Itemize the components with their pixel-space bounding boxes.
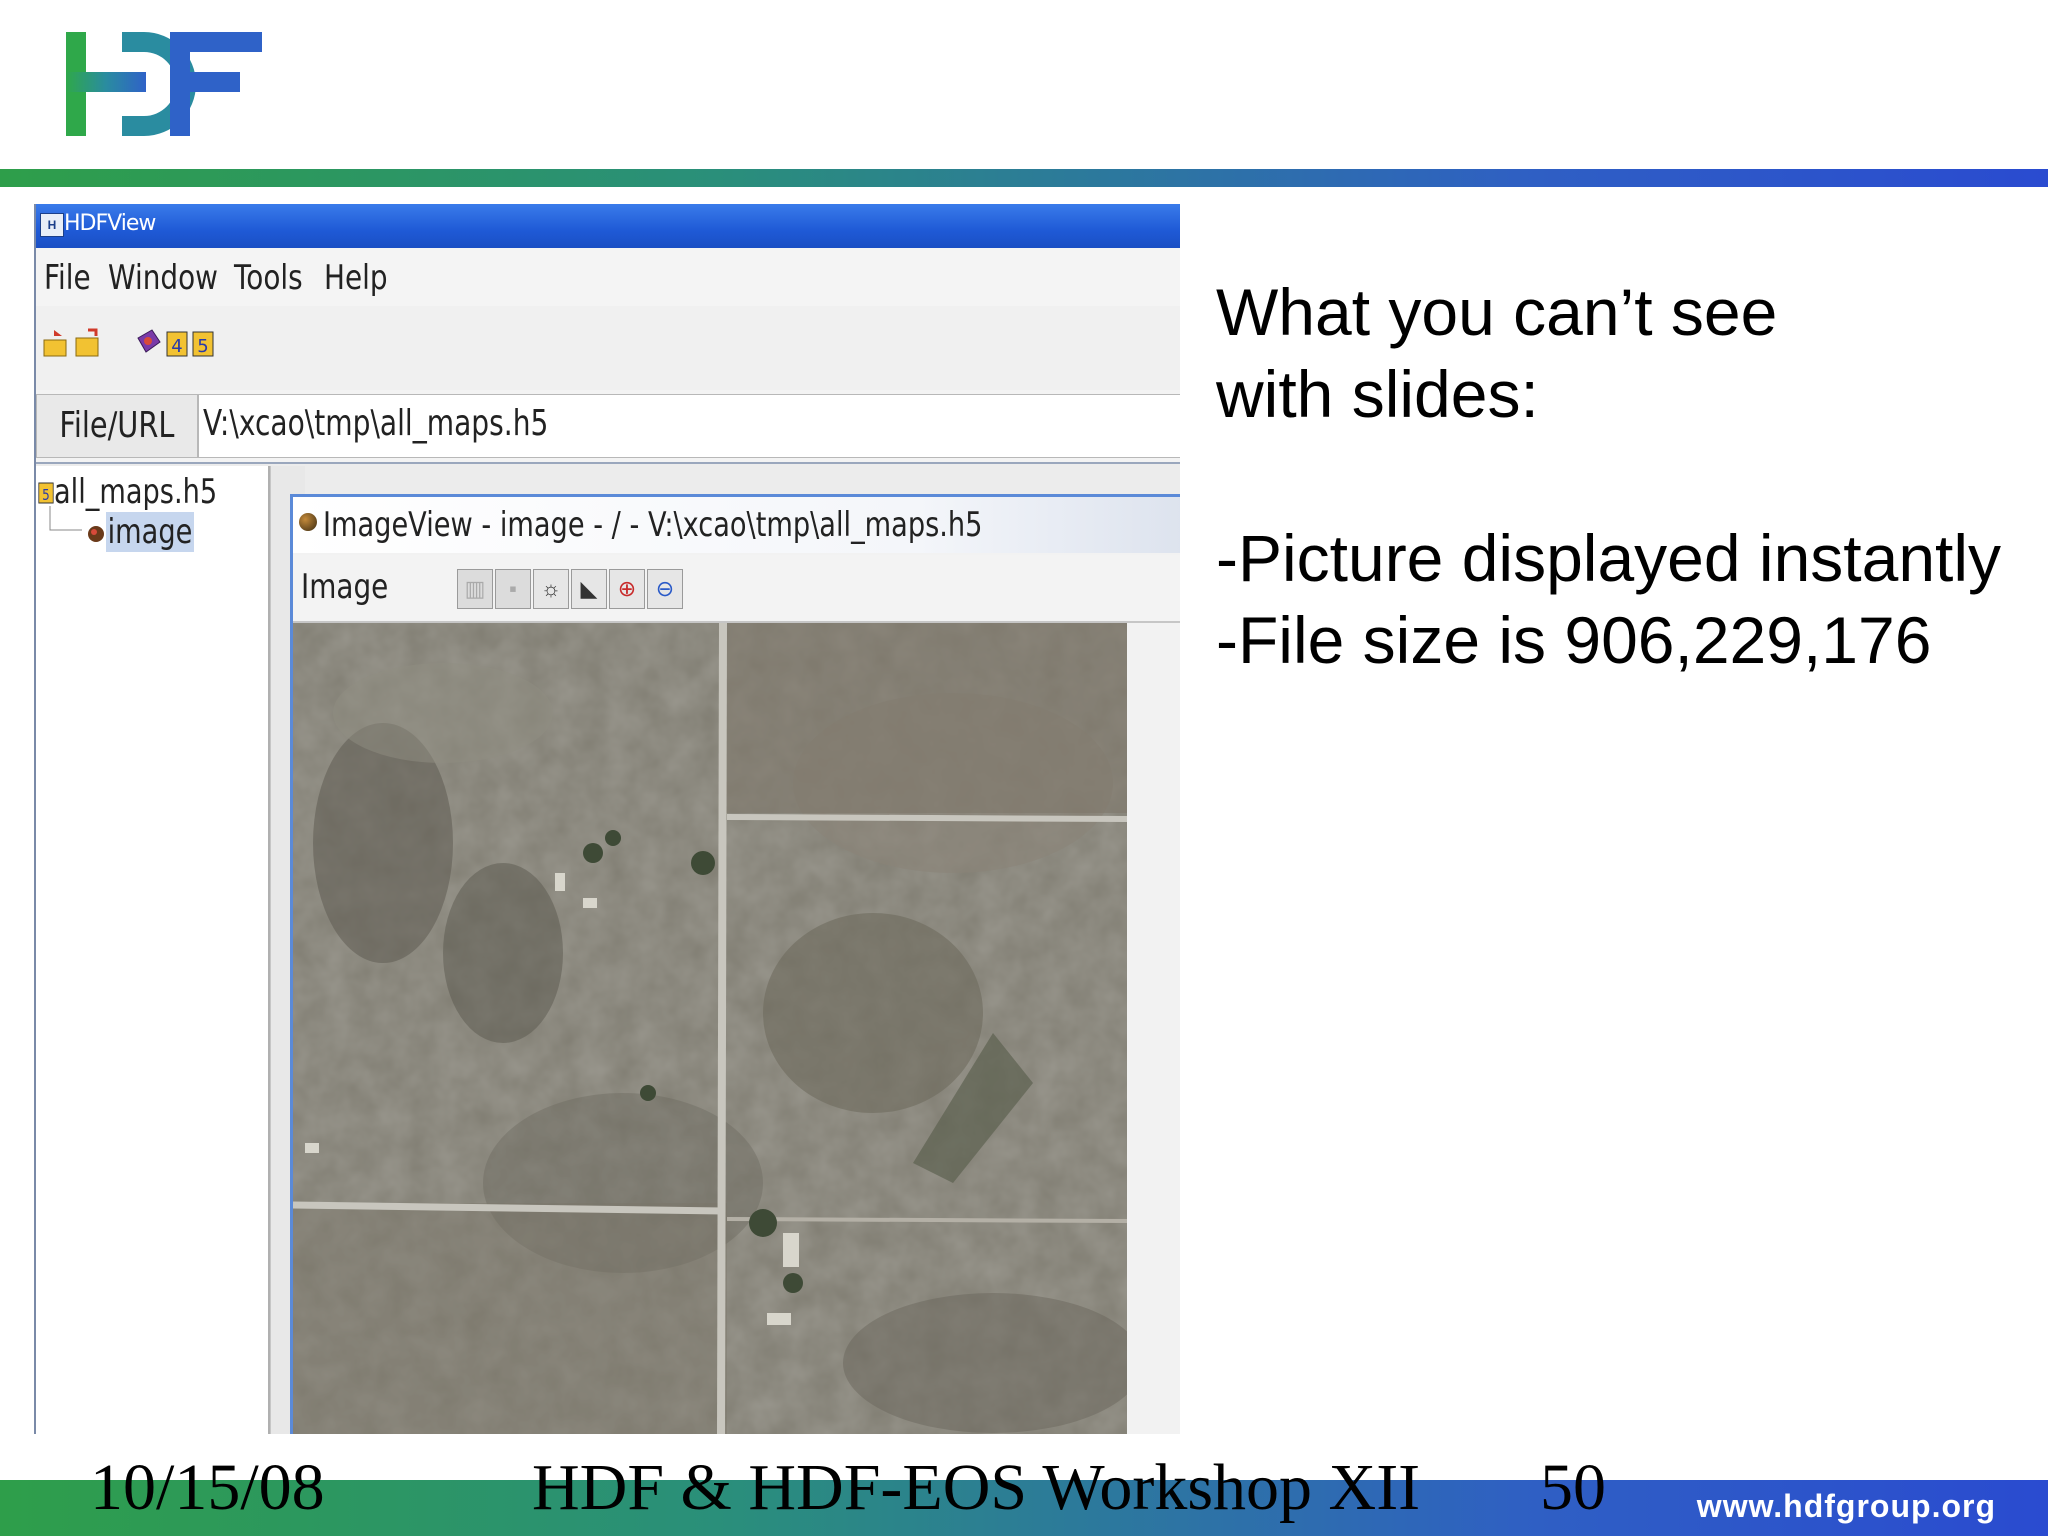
- url-label: File/URL: [36, 394, 198, 458]
- help-book-icon[interactable]: [134, 328, 162, 360]
- imageview-menubar: Image ▥ ▪ ☼ ◣ ⊕ ⊖: [293, 555, 1180, 623]
- menu-file[interactable]: File: [44, 258, 91, 298]
- brightness-icon[interactable]: ☼: [533, 569, 569, 609]
- imageview-titlebar: ImageView - image - / - V:\xcao\tmp\all_…: [293, 497, 1180, 553]
- hdf-logo: [66, 32, 262, 136]
- window-title: HDFView: [64, 211, 156, 236]
- heading-line1: What you can’t see: [1216, 275, 1778, 349]
- tree-child-label: image: [106, 512, 194, 552]
- bullet-filesize: -File size is 906,229,176: [1216, 603, 1932, 677]
- zoom-out-icon[interactable]: ⊖: [647, 569, 683, 609]
- histogram-icon[interactable]: ▥: [457, 569, 493, 609]
- menu-bar: File Window Tools Help: [36, 248, 1180, 306]
- close-file-icon[interactable]: [74, 328, 102, 360]
- svg-text:5: 5: [42, 487, 50, 505]
- aerial-image[interactable]: [293, 623, 1127, 1434]
- footer-title: HDF & HDF-EOS Workshop XII: [532, 1451, 1421, 1524]
- menu-image[interactable]: Image: [301, 567, 388, 607]
- hdf5-icon[interactable]: 5: [192, 328, 214, 360]
- bullet-picture: -Picture displayed instantly: [1216, 521, 2002, 595]
- h5-file-icon: 5: [38, 482, 54, 505]
- header-rule: [0, 169, 2048, 187]
- imageview-globe-icon: [299, 513, 317, 531]
- footer-url: www.hdfgroup.org: [1696, 1488, 1996, 1524]
- svg-text:5: 5: [197, 336, 208, 357]
- url-row: File/URL V:\xcao\tmp\all_maps.h5: [36, 390, 1180, 464]
- url-field[interactable]: V:\xcao\tmp\all_maps.h5: [198, 394, 1180, 458]
- file-tree: 5 all_maps.h5 image: [36, 466, 270, 1434]
- contour-icon[interactable]: ◣: [571, 569, 607, 609]
- menu-window[interactable]: Window: [108, 258, 218, 298]
- svg-text:4: 4: [171, 336, 182, 357]
- imageview-window: ImageView - image - / - V:\xcao\tmp\all_…: [290, 494, 1180, 1434]
- imageview-title: ImageView - image - / - V:\xcao\tmp\all_…: [323, 505, 983, 545]
- menu-help[interactable]: Help: [324, 258, 388, 298]
- tree-child-item[interactable]: image: [86, 512, 216, 552]
- url-value: V:\xcao\tmp\all_maps.h5: [203, 403, 549, 444]
- tree-connector: [49, 506, 82, 531]
- footer-page-number: 50: [1540, 1451, 1606, 1524]
- zoom-in-icon[interactable]: ⊕: [609, 569, 645, 609]
- image-dataset-icon: [88, 526, 104, 542]
- app-icon: H: [40, 213, 64, 237]
- aerial-image-graphic: [293, 623, 1127, 1434]
- hdf4-icon[interactable]: 4: [166, 328, 188, 360]
- open-file-icon[interactable]: [42, 328, 70, 360]
- menu-tools[interactable]: Tools: [234, 258, 303, 298]
- window-titlebar: H HDFView: [36, 204, 1180, 248]
- main-toolbar: 4 5: [36, 306, 1180, 392]
- footer-date: 10/15/08: [90, 1451, 325, 1524]
- hdfview-window: H HDFView File Window Tools Help 4 5 Fil…: [34, 204, 1180, 1434]
- heading-line2: with slides:: [1216, 357, 1539, 431]
- palette-icon[interactable]: ▪: [495, 569, 531, 609]
